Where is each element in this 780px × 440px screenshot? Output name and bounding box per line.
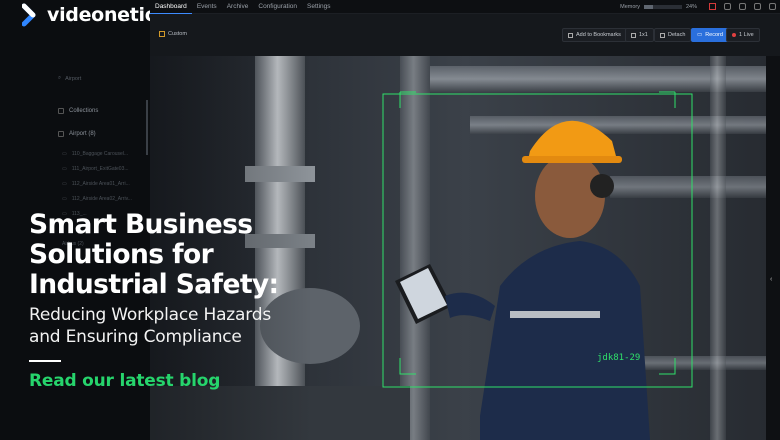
camera-icon: ▭	[62, 151, 67, 157]
tab-dashboard[interactable]: Dashboard	[150, 0, 192, 14]
read-blog-link[interactable]: Read our latest blog	[29, 371, 329, 391]
sidebar-scrollbar[interactable]	[146, 100, 148, 155]
logo-chevron-icon	[22, 3, 36, 27]
live-button[interactable]: 1 Live	[726, 28, 760, 42]
custom-layout[interactable]: Custom	[159, 31, 187, 37]
search-icon: ⌕	[58, 75, 62, 81]
folder-icon	[58, 131, 64, 137]
camera-icon: ▭	[62, 166, 67, 172]
memory-value: 24%	[685, 3, 697, 10]
tab-settings[interactable]: Settings	[302, 0, 336, 14]
hero-title-line: Industrial Safety:	[29, 269, 279, 300]
sidebar-item-label: 111_Airport_ExitGate03...	[71, 166, 129, 172]
detach-label: Detach	[668, 32, 686, 38]
sidebar-item-label: 112_Airside Area02_Arriv...	[71, 196, 132, 202]
camera-icon: ▭	[62, 196, 67, 202]
custom-label: Custom	[168, 31, 187, 37]
sidebar-item-camera[interactable]: ▭ 112_Airside Area02_Arriv...	[62, 196, 132, 202]
sidebar-item-camera[interactable]: ▭ 112_Airside Area01_Arri...	[62, 181, 130, 187]
live-dot-icon	[732, 33, 736, 37]
detection-label: jdk81-29	[597, 353, 641, 363]
bookmark-icon	[568, 32, 573, 38]
brand-name: videonetics	[47, 4, 167, 26]
grid-icon	[631, 32, 636, 38]
live-label: 1 Live	[739, 32, 754, 38]
record-label: Record	[705, 32, 723, 38]
tab-events[interactable]: Events	[192, 0, 222, 14]
chevron-right-icon: ‹	[770, 276, 773, 283]
memory-indicator: Memory 24%	[620, 4, 697, 10]
record-icon: ▭	[697, 32, 703, 38]
hero-title-line: Smart Business	[29, 209, 253, 240]
detach-button[interactable]: Detach	[654, 28, 692, 42]
help-icon[interactable]	[739, 3, 746, 10]
tab-configuration[interactable]: Configuration	[253, 0, 302, 14]
sidebar-item-label: 112_Airside Area01_Arri...	[71, 181, 130, 187]
hero-subtitle-line: Reducing Workplace Hazards	[29, 305, 271, 325]
collections-label: Collections	[69, 108, 99, 114]
sidebar-group-label: Airport (8)	[69, 131, 96, 137]
sidebar-search[interactable]: ⌕ Airport	[58, 75, 81, 82]
layout-label: 1x1	[639, 32, 648, 38]
tab-archive[interactable]: Archive	[222, 0, 254, 14]
record-button[interactable]: ▭ Record	[691, 28, 729, 42]
bell-icon[interactable]	[724, 3, 731, 10]
layout-1x1-button[interactable]: 1x1	[625, 28, 654, 42]
player-toolbar: Custom Add to Bookmarks 1x1 Detach ▭ Rec…	[150, 14, 780, 56]
brand-logo[interactable]: videonetics	[22, 2, 167, 28]
right-panel-toggle[interactable]: ‹	[766, 56, 780, 440]
hero-subtitle-line: and Ensuring Compliance	[29, 327, 242, 347]
add-bookmark-button[interactable]: Add to Bookmarks	[562, 28, 627, 42]
alert-icon[interactable]	[709, 3, 716, 10]
sidebar-item-camera[interactable]: ▭ 111_Airport_ExitGate03...	[62, 166, 129, 172]
sidebar-search-text: Airport	[65, 75, 82, 82]
sidebar-item-label: 110_Baggage Carousel...	[71, 151, 129, 157]
hero-banner: Smart Business Solutions for Industrial …	[29, 210, 329, 391]
collections-icon	[58, 108, 64, 114]
memory-bar-fill	[643, 4, 654, 9]
hero-subtitle: Reducing Workplace Hazards and Ensuring …	[29, 304, 329, 348]
collections-header[interactable]: Collections	[58, 108, 98, 114]
sidebar-group[interactable]: Airport (8)	[58, 131, 96, 137]
camera-icon: ▭	[62, 181, 67, 187]
layout-icon	[159, 31, 165, 37]
memory-bar	[643, 4, 682, 9]
add-bookmark-label: Add to Bookmarks	[576, 32, 621, 38]
sidebar-item-camera[interactable]: ▭ 110_Baggage Carousel...	[62, 151, 128, 157]
hero-title-line: Solutions for	[29, 239, 214, 270]
more-icon[interactable]	[769, 3, 776, 10]
gear-icon[interactable]	[754, 3, 761, 10]
memory-label: Memory	[620, 3, 640, 10]
hero-divider	[29, 360, 61, 362]
top-nav: Dashboard Events Archive Configuration S…	[150, 0, 780, 14]
hero-title: Smart Business Solutions for Industrial …	[29, 210, 329, 300]
detach-icon	[660, 32, 665, 38]
